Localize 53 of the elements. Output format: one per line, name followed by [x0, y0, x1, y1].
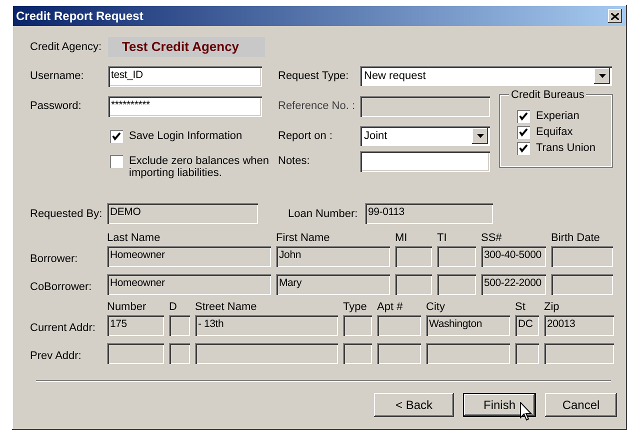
column-header: Number [107, 301, 148, 313]
checkbox[interactable] [517, 142, 530, 155]
dropdown-arrow-button[interactable] [472, 128, 488, 144]
checkbox[interactable] [110, 130, 123, 142]
checkbox[interactable] [517, 110, 530, 123]
column-header: First Name [276, 232, 331, 244]
field-label: Report on : [278, 130, 334, 142]
column-header: MI [395, 232, 408, 244]
row-label: Borrower: [30, 253, 79, 267]
checkbox-label: Experian [536, 110, 580, 122]
column-header: D [169, 301, 178, 313]
caret-icon [476, 134, 484, 138]
row-label: Current Addr: [30, 322, 96, 336]
request-type-dropdown[interactable]: New request [360, 66, 612, 86]
column-header: Zip [544, 301, 560, 313]
column-header: Street Name [195, 301, 258, 313]
field-label: Username: [30, 70, 85, 82]
column-header: TI [437, 232, 448, 244]
field-label: Reference No. : [278, 100, 356, 112]
close-button[interactable] [608, 9, 622, 23]
field-label: Request Type: [278, 70, 350, 82]
field-label: Password: [30, 100, 82, 112]
column-header: Last Name [107, 232, 162, 244]
credit-agency-value: Test Credit Agency [108, 37, 265, 57]
username-field[interactable]: test_ID [108, 66, 262, 86]
column-header: Type [343, 301, 368, 313]
field-label: Notes: [278, 155, 311, 167]
dialog-button[interactable]: Cancel [545, 393, 617, 417]
dialog-button[interactable]: < Back [374, 393, 454, 417]
close-icon [611, 12, 619, 20]
row-label: Prev Addr: [30, 350, 82, 364]
checkbox-label: Trans Union [536, 142, 596, 154]
row-label: CoBorrower: [30, 281, 93, 295]
column-header: City [426, 301, 446, 313]
checkbox-label: Exclude zero balances when importing liabilities. [129, 155, 270, 179]
dropdown-arrow-button[interactable] [594, 68, 610, 84]
password-field[interactable]: ********** [108, 96, 262, 116]
checkbox-label: Save Login Information [129, 130, 244, 142]
field-label: Loan Number: [288, 208, 359, 220]
notes-field[interactable] [360, 151, 490, 172]
column-header: SS# [481, 232, 503, 244]
checkbox[interactable] [110, 155, 123, 168]
column-header: Apt # [377, 301, 404, 313]
column-header: St [515, 301, 526, 313]
column-header: Birth Date [551, 232, 601, 244]
window-title: Credit Report Request [16, 9, 144, 23]
caret-icon [598, 74, 606, 78]
field-label: Requested By: [30, 208, 102, 220]
field-label: Credit Agency: [30, 41, 103, 53]
group-title: Credit Bureaus [509, 89, 586, 101]
checkbox[interactable] [517, 126, 530, 139]
report-on-dropdown[interactable]: Joint [360, 126, 490, 146]
checkbox-label: Equifax [536, 126, 573, 138]
